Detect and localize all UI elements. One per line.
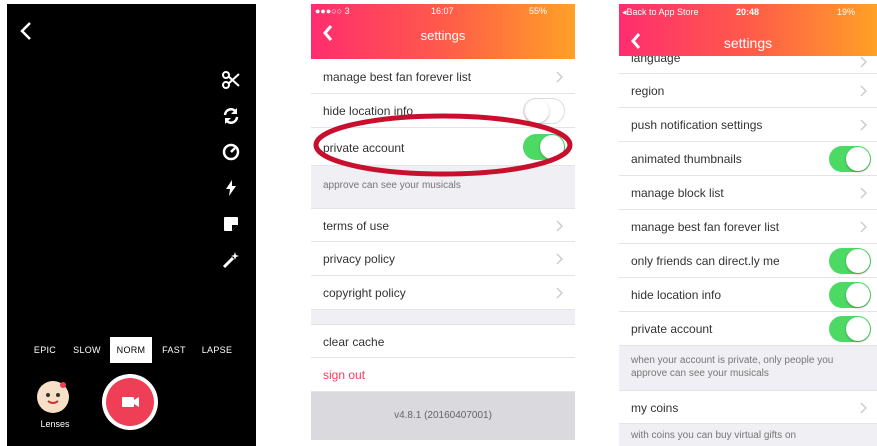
private-account-note: when your account is private, only peopl… <box>619 346 877 390</box>
status-bar: ●●●○○ 3 16:07 55% <box>311 4 575 18</box>
chevron-right-icon <box>556 287 563 299</box>
row-manage-block-list[interactable]: manage block list <box>619 176 877 210</box>
row-hide-location[interactable]: hide location info <box>619 278 877 312</box>
speed-norm[interactable]: NORM <box>110 337 152 363</box>
clock-text: 16:07 <box>431 6 454 16</box>
lenses-face-icon <box>37 381 69 413</box>
battery-text: 55% <box>529 6 548 16</box>
highlight-circle <box>313 113 573 177</box>
chevron-right-icon <box>556 220 563 232</box>
speed-selector: EPIC SLOW NORM FAST LAPSE <box>7 337 256 363</box>
coins-note: with coins you can buy virtual gifts on <box>619 424 877 446</box>
settings-screen-new: ◂Back to App Store 20:48 19% settings la… <box>619 4 877 446</box>
row-language[interactable]: language <box>619 56 877 74</box>
chevron-right-icon <box>556 253 563 265</box>
clock-text: 20:48 <box>736 7 760 17</box>
lenses-button[interactable]: Lenses <box>33 379 77 439</box>
row-manage-bff[interactable]: manage best fan forever list <box>619 210 877 244</box>
page-title: settings <box>420 28 466 43</box>
row-private-account[interactable]: private account <box>619 312 877 346</box>
chevron-right-icon <box>860 187 867 199</box>
video-camera-icon <box>122 397 139 407</box>
status-bar: ◂Back to App Store 20:48 19% <box>619 4 877 18</box>
row-clear-cache[interactable]: clear cache <box>311 324 575 358</box>
row-privacy[interactable]: privacy policy <box>311 242 575 276</box>
speed-lapse[interactable]: LAPSE <box>199 337 235 363</box>
record-button[interactable] <box>102 374 158 430</box>
camera-screen: EPIC SLOW NORM FAST LAPSE Lenses <box>7 4 256 446</box>
animated-thumbnails-toggle[interactable] <box>829 146 871 172</box>
refresh-icon[interactable] <box>221 106 241 126</box>
row-manage-bff[interactable]: manage best fan forever list <box>311 59 575 94</box>
row-animated-thumbnails[interactable]: animated thumbnails <box>619 142 877 176</box>
sticker-icon[interactable] <box>221 214 241 234</box>
carrier-text: ●●●○○ 3 <box>315 6 350 16</box>
chevron-right-icon <box>860 85 867 97</box>
speed-fast[interactable]: FAST <box>159 337 189 363</box>
chevron-right-icon <box>556 71 563 83</box>
settings-screen-old: ●●●○○ 3 16:07 55% settings manage best f… <box>311 4 575 440</box>
chevron-right-icon <box>860 119 867 131</box>
row-terms[interactable]: terms of use <box>311 208 575 242</box>
chevron-right-icon <box>860 402 867 414</box>
hide-location-toggle[interactable] <box>829 282 871 308</box>
back-icon[interactable] <box>17 20 35 42</box>
row-sign-out[interactable]: sign out <box>311 358 575 392</box>
row-push-notifications[interactable]: push notification settings <box>619 108 877 142</box>
row-my-coins[interactable]: my coins <box>619 390 877 424</box>
row-region[interactable]: region <box>619 74 877 108</box>
only-friends-direct-toggle[interactable] <box>829 248 871 274</box>
battery-text: 19% <box>837 7 856 17</box>
flash-icon[interactable] <box>221 178 241 198</box>
back-to-app-store-link[interactable]: ◂Back to App Store <box>622 7 699 18</box>
chevron-right-icon <box>860 221 867 233</box>
private-account-toggle[interactable] <box>829 316 871 342</box>
timer-icon[interactable] <box>221 142 241 162</box>
speed-epic[interactable]: EPIC <box>29 337 61 363</box>
magic-wand-icon[interactable] <box>221 250 241 270</box>
row-only-friends-direct[interactable]: only friends can direct.ly me <box>619 244 877 278</box>
row-copyright[interactable]: copyright policy <box>311 276 575 310</box>
scissors-icon[interactable] <box>221 70 241 90</box>
speed-slow[interactable]: SLOW <box>71 337 103 363</box>
chevron-right-icon <box>860 56 867 68</box>
version-label: v4.8.1 (20160407001) <box>311 392 575 440</box>
page-title: settings <box>723 35 773 51</box>
lenses-label: Lenses <box>40 419 70 429</box>
